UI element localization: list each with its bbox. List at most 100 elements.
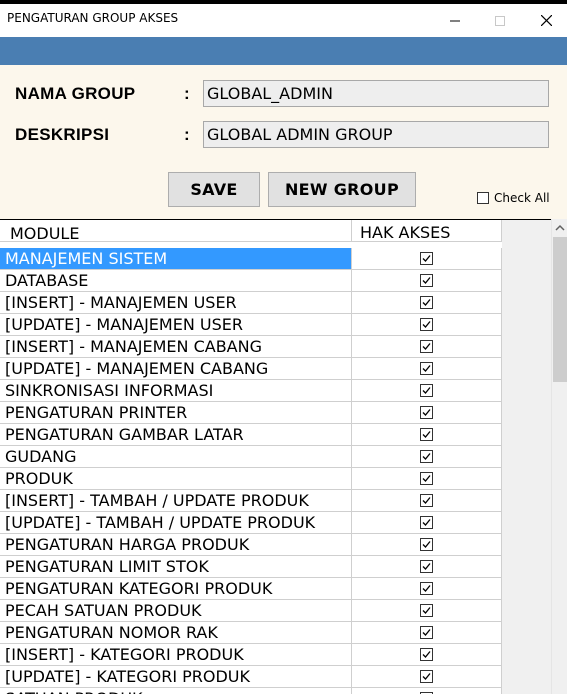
table-row[interactable]: SATUAN PRODUK — [0, 688, 502, 694]
table-row[interactable]: MANAJEMEN SISTEM — [0, 248, 502, 270]
hak-akses-cell[interactable] — [352, 644, 502, 665]
hak-akses-checkbox[interactable] — [420, 538, 433, 551]
table-row[interactable]: DATABASE — [0, 270, 502, 292]
module-cell[interactable]: PECAH SATUAN PRODUK — [0, 600, 352, 621]
module-cell[interactable]: SINKRONISASI INFORMASI — [0, 380, 352, 401]
table-row[interactable]: PENGATURAN HARGA PRODUK — [0, 534, 502, 556]
table-row[interactable]: [UPDATE] - MANAJEMEN CABANG — [0, 358, 502, 380]
column-header-module[interactable]: MODULE — [0, 220, 352, 241]
hak-akses-checkbox[interactable] — [420, 362, 433, 375]
hak-akses-cell[interactable] — [352, 380, 502, 401]
hak-akses-checkbox[interactable] — [420, 450, 433, 463]
save-button[interactable]: SAVE — [168, 172, 260, 207]
table-row[interactable]: [INSERT] - KATEGORI PRODUK — [0, 644, 502, 666]
hak-akses-cell[interactable] — [352, 468, 502, 489]
hak-akses-cell[interactable] — [352, 248, 502, 269]
new-group-button[interactable]: NEW GROUP — [268, 172, 416, 207]
hak-akses-cell[interactable] — [352, 666, 502, 687]
table-row[interactable]: [INSERT] - MANAJEMEN USER — [0, 292, 502, 314]
hak-akses-checkbox[interactable] — [420, 494, 433, 507]
module-cell[interactable]: PENGATURAN GAMBAR LATAR — [0, 424, 352, 445]
table-row[interactable]: [UPDATE] - MANAJEMEN USER — [0, 314, 502, 336]
hak-akses-checkbox[interactable] — [420, 428, 433, 441]
hak-akses-checkbox[interactable] — [420, 384, 433, 397]
vertical-scrollbar[interactable] — [551, 219, 567, 694]
hak-akses-checkbox[interactable] — [420, 406, 433, 419]
table-row[interactable]: PENGATURAN LIMIT STOK — [0, 556, 502, 578]
close-button[interactable] — [523, 4, 567, 37]
module-cell[interactable]: [INSERT] - TAMBAH / UPDATE PRODUK — [0, 490, 352, 511]
module-cell[interactable]: MANAJEMEN SISTEM — [0, 248, 352, 269]
hak-akses-cell[interactable] — [352, 358, 502, 379]
module-cell[interactable]: PENGATURAN KATEGORI PRODUK — [0, 578, 352, 599]
module-cell[interactable]: PENGATURAN PRINTER — [0, 402, 352, 423]
hak-akses-cell[interactable] — [352, 512, 502, 533]
module-cell[interactable]: DATABASE — [0, 270, 352, 291]
table-row[interactable]: [INSERT] - MANAJEMEN CABANG — [0, 336, 502, 358]
hak-akses-cell[interactable] — [352, 534, 502, 555]
hak-akses-checkbox[interactable] — [420, 670, 433, 683]
hak-akses-cell[interactable] — [352, 688, 502, 694]
access-grid: MODULE HAK AKSES MANAJEMEN SISTEM DATABAS… — [0, 219, 551, 694]
module-cell[interactable]: [INSERT] - KATEGORI PRODUK — [0, 644, 352, 665]
hak-akses-cell[interactable] — [352, 336, 502, 357]
check-all-checkbox[interactable]: Check All — [477, 191, 550, 205]
hak-akses-cell[interactable] — [352, 424, 502, 445]
minimize-button[interactable] — [432, 4, 478, 37]
hak-akses-checkbox[interactable] — [420, 604, 433, 617]
hak-akses-checkbox[interactable] — [420, 582, 433, 595]
table-row[interactable]: GUDANG — [0, 446, 502, 468]
table-row[interactable]: PECAH SATUAN PRODUK — [0, 600, 502, 622]
deskripsi-field[interactable]: GLOBAL ADMIN GROUP — [203, 121, 549, 148]
checkmark-icon — [422, 431, 431, 438]
module-cell[interactable]: [UPDATE] - KATEGORI PRODUK — [0, 666, 352, 687]
hak-akses-cell[interactable] — [352, 622, 502, 643]
table-row[interactable]: PENGATURAN NOMOR RAK — [0, 622, 502, 644]
hak-akses-checkbox[interactable] — [420, 340, 433, 353]
module-cell[interactable]: [INSERT] - MANAJEMEN USER — [0, 292, 352, 313]
hak-akses-cell[interactable] — [352, 292, 502, 313]
hak-akses-cell[interactable] — [352, 446, 502, 467]
header-bar — [0, 37, 567, 65]
hak-akses-checkbox[interactable] — [420, 472, 433, 485]
table-row[interactable]: PENGATURAN KATEGORI PRODUK — [0, 578, 502, 600]
module-cell[interactable]: PRODUK — [0, 468, 352, 489]
module-cell[interactable]: PENGATURAN LIMIT STOK — [0, 556, 352, 577]
module-cell[interactable]: SATUAN PRODUK — [0, 688, 352, 694]
hak-akses-cell[interactable] — [352, 270, 502, 291]
scrollbar-thumb[interactable] — [553, 237, 567, 382]
table-row[interactable]: [UPDATE] - KATEGORI PRODUK — [0, 666, 502, 688]
column-header-hak-akses[interactable]: HAK AKSES — [352, 220, 502, 242]
module-cell[interactable]: PENGATURAN NOMOR RAK — [0, 622, 352, 643]
hak-akses-checkbox[interactable] — [420, 648, 433, 661]
table-row[interactable]: PRODUK — [0, 468, 502, 490]
hak-akses-checkbox[interactable] — [420, 252, 433, 265]
hak-akses-checkbox[interactable] — [420, 560, 433, 573]
maximize-button[interactable] — [477, 4, 523, 37]
table-row[interactable]: PENGATURAN GAMBAR LATAR — [0, 424, 502, 446]
hak-akses-checkbox[interactable] — [420, 274, 433, 287]
hak-akses-checkbox[interactable] — [420, 516, 433, 529]
deskripsi-label: DESKRIPSI — [15, 125, 110, 144]
hak-akses-cell[interactable] — [352, 402, 502, 423]
nama-group-field[interactable]: GLOBAL_ADMIN — [203, 80, 549, 107]
hak-akses-cell[interactable] — [352, 314, 502, 335]
module-cell[interactable]: [UPDATE] - MANAJEMEN CABANG — [0, 358, 352, 379]
hak-akses-cell[interactable] — [352, 490, 502, 511]
checkmark-icon — [422, 563, 431, 570]
table-row[interactable]: [UPDATE] - TAMBAH / UPDATE PRODUK — [0, 512, 502, 534]
module-cell[interactable]: [UPDATE] - TAMBAH / UPDATE PRODUK — [0, 512, 352, 533]
module-cell[interactable]: [INSERT] - MANAJEMEN CABANG — [0, 336, 352, 357]
module-cell[interactable]: PENGATURAN HARGA PRODUK — [0, 534, 352, 555]
table-row[interactable]: SINKRONISASI INFORMASI — [0, 380, 502, 402]
module-cell[interactable]: [UPDATE] - MANAJEMEN USER — [0, 314, 352, 335]
hak-akses-cell[interactable] — [352, 556, 502, 577]
hak-akses-checkbox[interactable] — [420, 296, 433, 309]
hak-akses-cell[interactable] — [352, 600, 502, 621]
hak-akses-checkbox[interactable] — [420, 318, 433, 331]
hak-akses-checkbox[interactable] — [420, 626, 433, 639]
module-cell[interactable]: GUDANG — [0, 446, 352, 467]
hak-akses-cell[interactable] — [352, 578, 502, 599]
table-row[interactable]: PENGATURAN PRINTER — [0, 402, 502, 424]
table-row[interactable]: [INSERT] - TAMBAH / UPDATE PRODUK — [0, 490, 502, 512]
